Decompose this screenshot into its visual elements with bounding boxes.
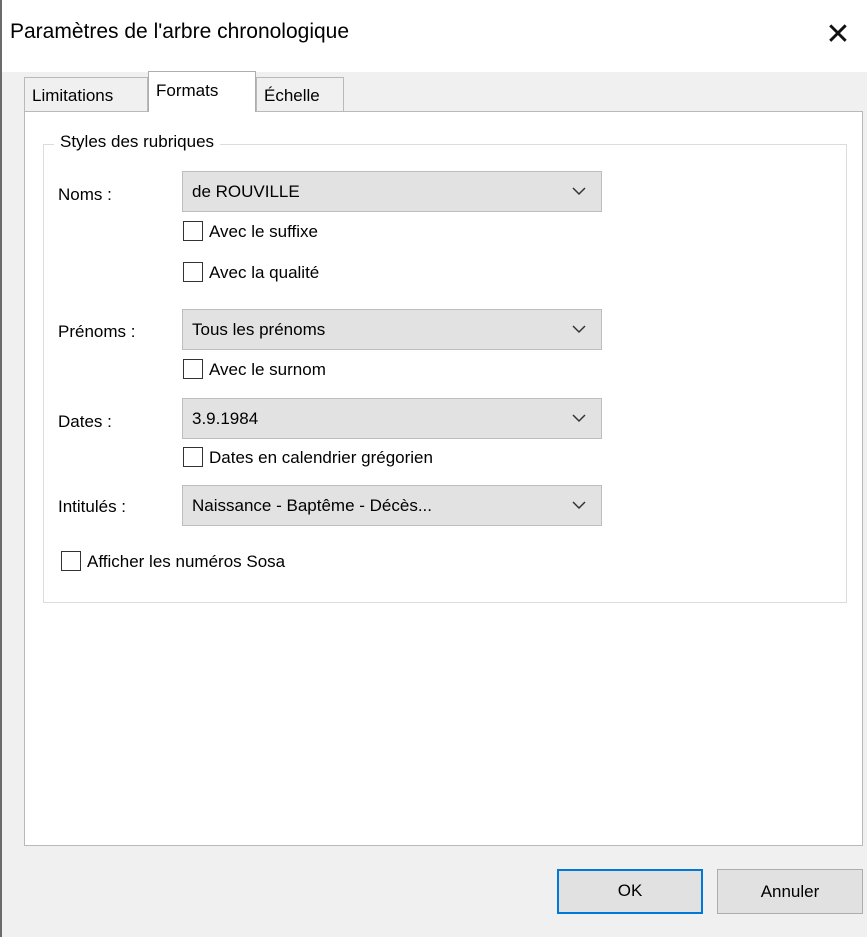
- prenoms-label: Prénoms :: [58, 322, 136, 341]
- tab-panel-formats: Styles des rubriques Noms : de ROUVILLE …: [24, 111, 863, 846]
- cancel-button[interactable]: Annuler: [717, 869, 863, 914]
- chevron-down-icon: [572, 187, 586, 196]
- dates-select[interactable]: 3.9.1984: [182, 398, 602, 439]
- dates-label: Dates :: [58, 412, 112, 431]
- checkbox-label: Avec la qualité: [209, 263, 320, 282]
- prenoms-select[interactable]: Tous les prénoms: [182, 309, 602, 350]
- checkbox-box[interactable]: [183, 221, 203, 241]
- chevron-down-icon: [572, 501, 586, 510]
- chevron-down-icon: [572, 325, 586, 334]
- close-icon[interactable]: ✕: [815, 12, 861, 58]
- dialog-title: Paramètres de l'arbre chronologique: [10, 20, 350, 43]
- prenoms-select-value: Tous les prénoms: [192, 320, 326, 339]
- ok-button[interactable]: OK: [557, 869, 703, 914]
- tab-formats[interactable]: Formats: [148, 71, 256, 112]
- checkbox-box[interactable]: [61, 551, 81, 571]
- intitules-label: Intitulés :: [58, 497, 127, 516]
- checkbox-label: Dates en calendrier grégorien: [209, 448, 433, 467]
- noms-select[interactable]: de ROUVILLE: [182, 171, 602, 212]
- noms-select-value: de ROUVILLE: [192, 182, 300, 201]
- checkbox-label: Avec le suffixe: [209, 222, 318, 241]
- chevron-down-icon: [572, 414, 586, 423]
- checkbox-label: Afficher les numéros Sosa: [87, 552, 286, 571]
- tab-limitations[interactable]: Limitations: [24, 77, 148, 112]
- checkbox-box[interactable]: [183, 262, 203, 282]
- intitules-select-value: Naissance - Baptême - Décès...: [192, 496, 432, 515]
- groupbox-title: Styles des rubriques: [54, 132, 221, 152]
- intitules-select[interactable]: Naissance - Baptême - Décès...: [182, 485, 602, 526]
- groupbox-styles-des-rubriques: Styles des rubriques Noms : de ROUVILLE …: [43, 132, 847, 603]
- tab-echelle[interactable]: Échelle: [256, 77, 344, 112]
- checkbox-label: Avec le surnom: [209, 360, 326, 379]
- noms-label: Noms :: [58, 185, 112, 204]
- checkbox-box[interactable]: [183, 359, 203, 379]
- checkbox-box[interactable]: [183, 447, 203, 467]
- title-bar: Paramètres de l'arbre chronologique ✕: [2, 0, 867, 72]
- dialog-window: Paramètres de l'arbre chronologique ✕ Li…: [2, 0, 867, 937]
- dates-select-value: 3.9.1984: [192, 409, 259, 428]
